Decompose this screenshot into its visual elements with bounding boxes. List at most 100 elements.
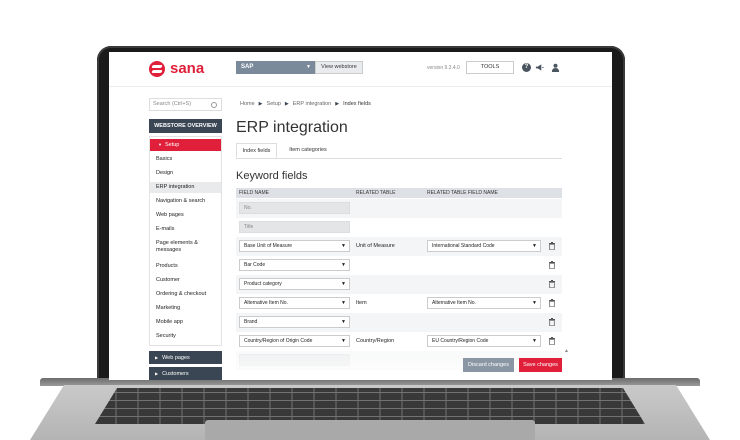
webstore-select[interactable]: SAP ▼ [236, 61, 315, 74]
logo[interactable]: sana [149, 60, 204, 77]
scrollbar[interactable]: ▲ [564, 348, 569, 354]
trash-icon[interactable] [549, 280, 555, 288]
table-header: FIELD NAME RELATED TABLE RELATED TABLE F… [236, 188, 562, 198]
chevron-down-icon: ▼ [532, 243, 537, 249]
table-row: Alternative Item No. ▼ Item Alternative I… [236, 294, 562, 313]
setup-label: Setup [164, 142, 180, 148]
related-field-select[interactable]: EU Country/Region Code ▼ [427, 335, 541, 347]
trash-icon[interactable] [549, 261, 555, 269]
trash-icon[interactable] [549, 299, 555, 307]
tab-item-categories[interactable]: Item categories [281, 143, 335, 158]
sidebar-item-ordering-checkout[interactable]: Ordering & checkout [150, 291, 221, 298]
search-input[interactable]: Search (Ctrl+S) [149, 98, 222, 111]
laptop-keyboard [95, 388, 645, 424]
megaphone-icon[interactable] [535, 63, 544, 72]
webstore-select-value: SAP [241, 64, 254, 70]
field-name-value: Product category [244, 281, 282, 287]
chevron-down-icon: ▼ [341, 338, 346, 344]
table-row: No. [236, 199, 562, 218]
column-header-related-field: RELATED TABLE FIELD NAME [427, 190, 498, 196]
nav-section-customers[interactable]: ▶ Customers [149, 367, 222, 380]
field-name-value: Base Unit of Measure [244, 243, 293, 249]
related-field-select[interactable]: International Standard Code ▼ [427, 240, 541, 252]
sidebar-item-basics[interactable]: Basics [150, 156, 221, 163]
version-label: version 9.3.4.0 [427, 65, 460, 71]
column-header-related-table: RELATED TABLE [356, 190, 396, 196]
chevron-right-icon: ▶ [155, 371, 159, 376]
trash-icon[interactable] [549, 242, 555, 250]
sana-logo-icon [149, 60, 165, 77]
table-row: Title [236, 218, 562, 237]
chevron-right-icon: ▶ [155, 355, 159, 360]
related-field-value: EU Country/Region Code [432, 338, 489, 344]
tab-index-fields[interactable]: Index fields [236, 143, 277, 158]
sidebar-item-navigation-search[interactable]: Navigation & search [150, 198, 221, 205]
top-header: sana SAP ▼ View webstore version 9.3.4.0… [109, 52, 612, 87]
field-name-select: Title [239, 221, 350, 233]
chevron-down-icon: ▼ [341, 243, 346, 249]
field-name-select[interactable]: Alternative Item No. ▼ [239, 297, 350, 309]
breadcrumb-current: Index fields [343, 101, 371, 107]
field-name-select[interactable]: Brand ▼ [239, 316, 350, 328]
chevron-down-icon: ▼ [158, 142, 162, 147]
sidebar-item-products[interactable]: Products [150, 263, 221, 270]
field-name-select: No. [239, 202, 350, 214]
sidebar-item-customer[interactable]: Customer [150, 277, 221, 284]
related-field-value: International Standard Code [432, 243, 495, 249]
sidebar-item-web-pages[interactable]: Web pages [150, 212, 221, 219]
laptop-trackpad [205, 420, 535, 440]
chevron-down-icon: ▼ [532, 300, 537, 306]
tools-button[interactable]: TOOLS [466, 61, 514, 74]
page-title: ERP integration [236, 119, 348, 136]
field-name-value: Country/Region of Origin Code [244, 338, 313, 344]
help-icon[interactable]: ? [522, 63, 531, 72]
related-field-value: Alternative Item No. [432, 300, 476, 306]
breadcrumb-home[interactable]: Home [240, 101, 255, 107]
view-webstore-button[interactable]: View webstore [315, 61, 363, 74]
sidebar-item-mobile-app[interactable]: Mobile app [150, 319, 221, 326]
search-icon [211, 102, 217, 108]
save-changes-button[interactable]: Save changes [519, 358, 562, 372]
breadcrumb-setup[interactable]: Setup [267, 101, 281, 107]
chevron-down-icon: ▼ [341, 281, 346, 287]
setup-panel: ▼ Setup Basics Design ERP integration Nav… [149, 136, 222, 346]
breadcrumb: Home ▶ Setup ▶ ERP integration ▶ Index f… [240, 101, 371, 107]
nav-section-label: Web pages [162, 355, 190, 361]
related-field-select[interactable]: Alternative Item No. ▼ [427, 297, 541, 309]
table-row: Bar Code ▼ [236, 256, 562, 275]
nav-section-web-pages[interactable]: ▶ Web pages [149, 351, 222, 364]
sidebar-item-marketing[interactable]: Marketing [150, 305, 221, 312]
discard-changes-button[interactable]: Discard changes [463, 358, 514, 372]
webstore-overview-button[interactable]: WEBSTORE OVERVIEW [149, 119, 222, 133]
related-table-value: Item [356, 300, 367, 306]
field-name-select[interactable]: Base Unit of Measure ▼ [239, 240, 350, 252]
setup-section-header[interactable]: ▼ Setup [150, 139, 221, 151]
chevron-down-icon: ▼ [306, 64, 311, 70]
nav-section-label: Customers [162, 371, 189, 377]
field-name-select[interactable]: Country/Region of Origin Code ▼ [239, 335, 350, 347]
sidebar-item-page-elements[interactable]: Page elements & messages [150, 240, 210, 254]
sidebar-item-emails[interactable]: E-mails [150, 226, 221, 233]
field-name-value: Bar Code [244, 262, 266, 268]
chevron-down-icon: ▼ [341, 300, 346, 306]
user-icon[interactable] [551, 63, 560, 72]
chevron-down-icon: ▼ [341, 319, 346, 325]
table-row: Brand ▼ [236, 313, 562, 332]
chevron-down-icon: ▼ [532, 338, 537, 344]
sidebar-item-erp-integration[interactable]: ERP integration [150, 182, 221, 193]
chevron-right-icon: ▶ [284, 101, 289, 107]
sidebar-item-security[interactable]: Security [150, 333, 221, 340]
table-row: Base Unit of Measure ▼ Unit of Measure In… [236, 237, 562, 256]
sidebar-item-design[interactable]: Design [150, 170, 221, 177]
trash-icon[interactable] [549, 337, 555, 345]
screen: sana SAP ▼ View webstore version 9.3.4.0… [109, 52, 612, 380]
breadcrumb-erp-integration[interactable]: ERP integration [293, 101, 331, 107]
table-row: Product category ▼ [236, 275, 562, 294]
trash-icon[interactable] [549, 318, 555, 326]
field-name-select[interactable]: Bar Code ▼ [239, 259, 350, 271]
field-name-select[interactable]: Product category ▼ [239, 278, 350, 290]
column-header-field-name: FIELD NAME [239, 190, 270, 196]
field-name-value: Alternative Item No. [244, 300, 288, 306]
chevron-right-icon: ▶ [335, 101, 340, 107]
chevron-down-icon: ▼ [341, 262, 346, 268]
